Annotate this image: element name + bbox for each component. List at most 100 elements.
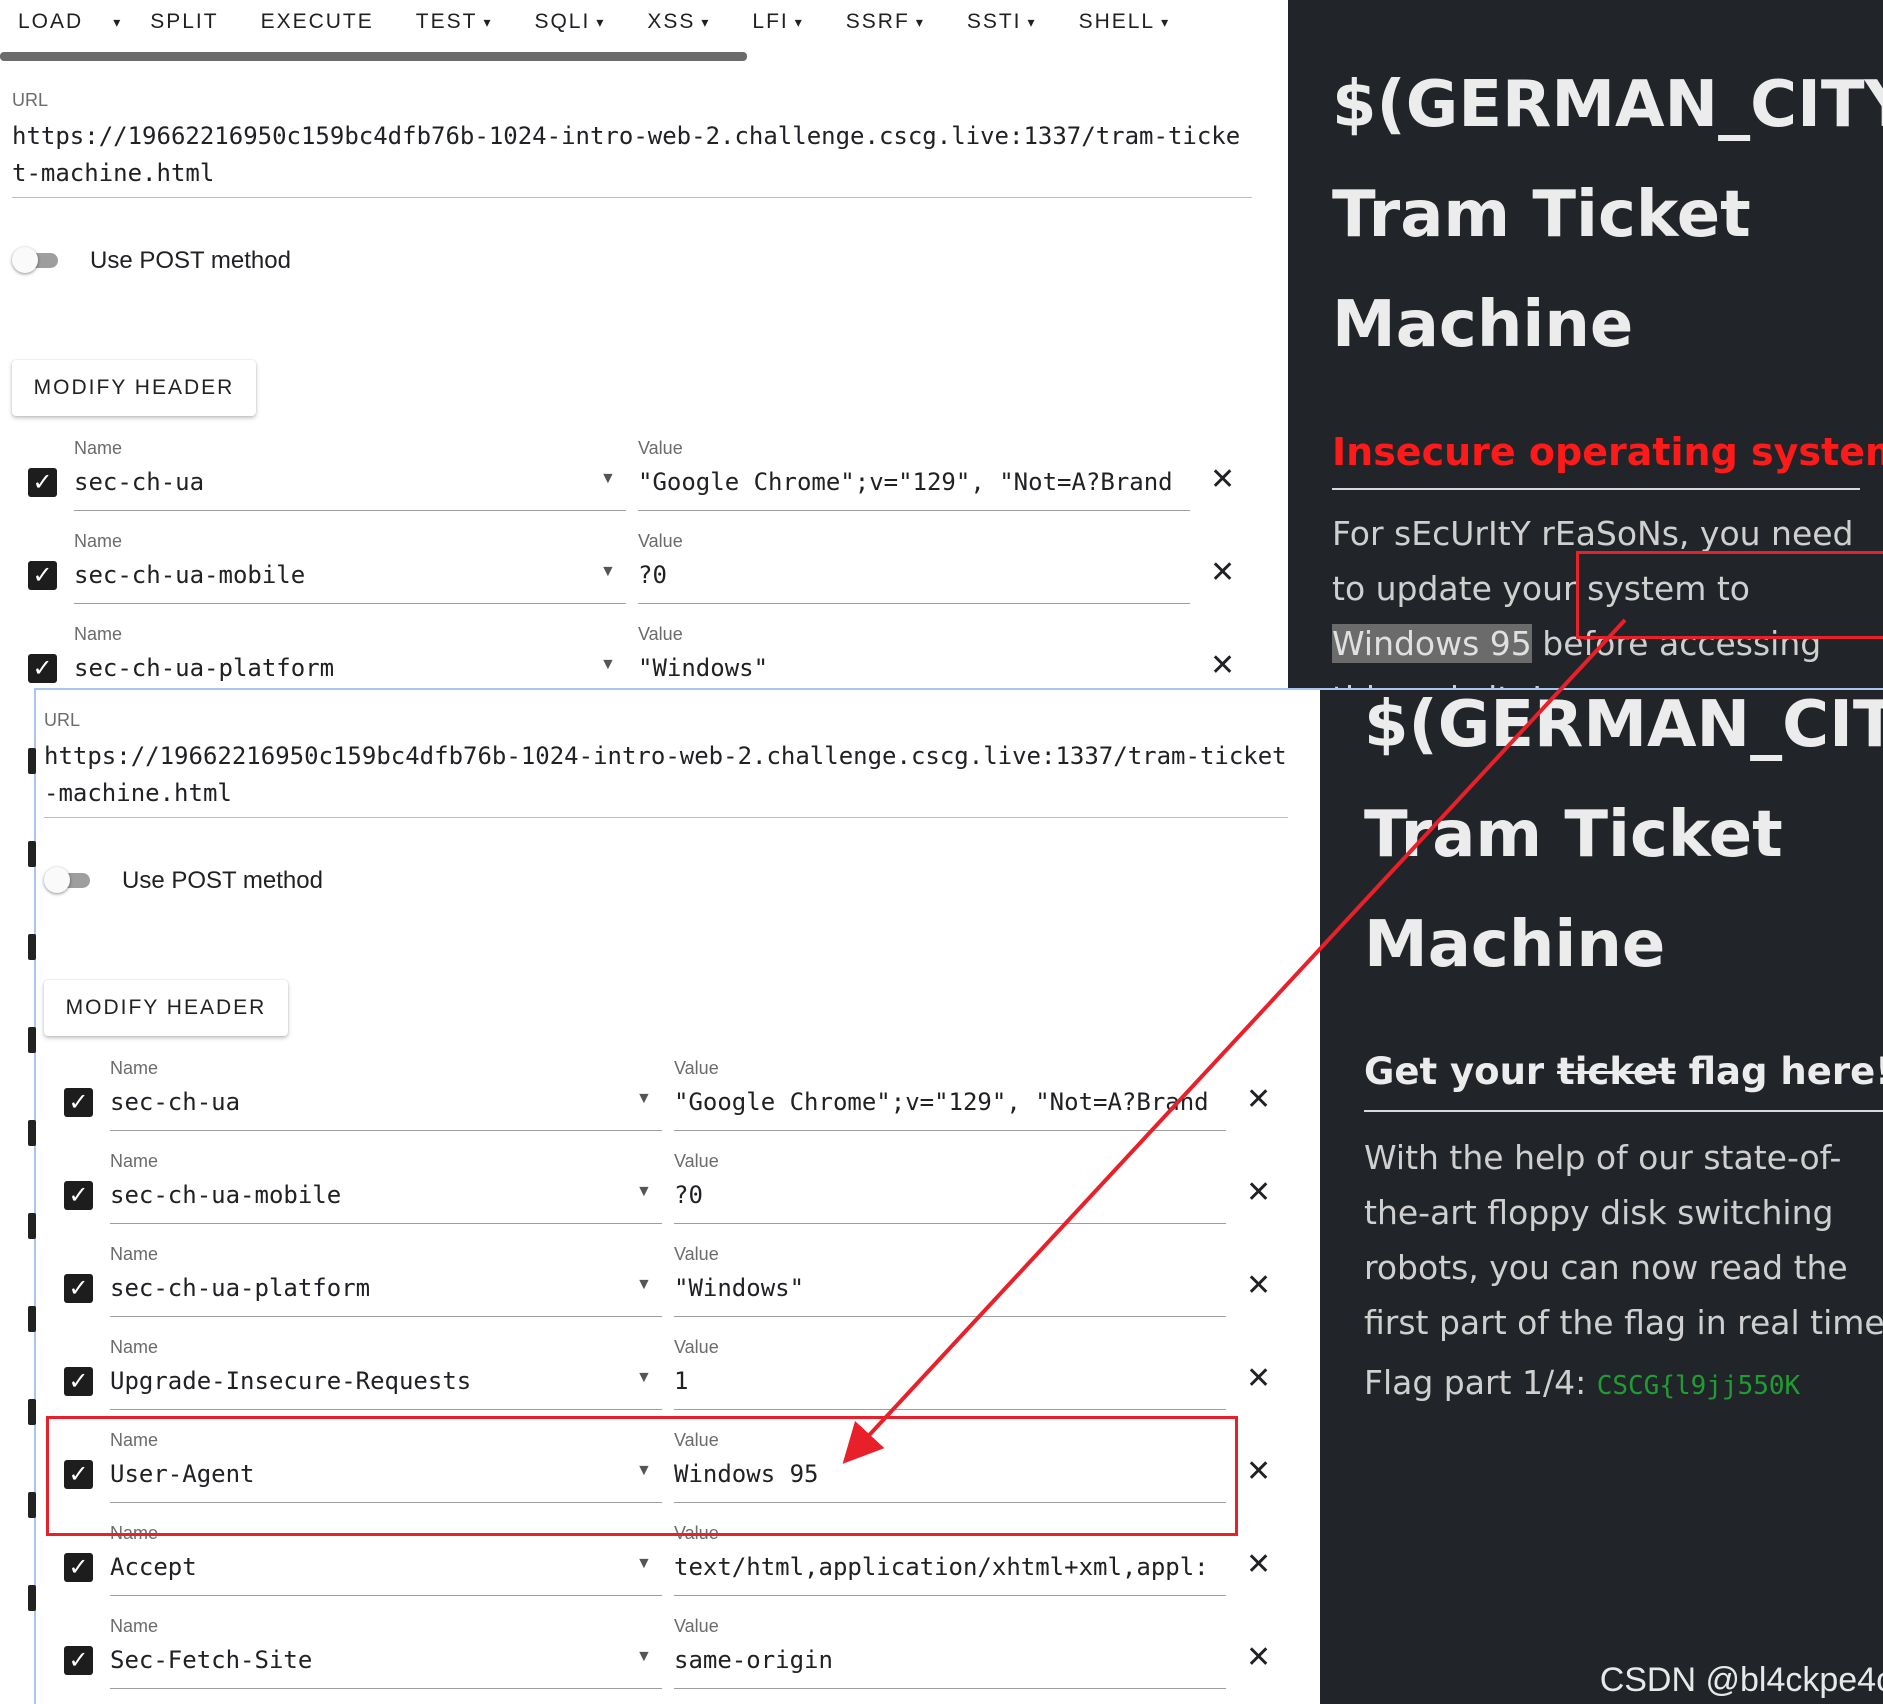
header-row: ✓ Name Accept ▼ Value text/html,application/x… xyxy=(36,1523,1320,1615)
name-label: Name xyxy=(110,1151,159,1171)
header-enabled-checkbox[interactable]: ✓ xyxy=(64,1088,93,1117)
post-toggle[interactable] xyxy=(12,247,58,273)
header-value-input[interactable]: 1 xyxy=(674,1367,1226,1395)
modify-header-button[interactable]: MODIFY HEADER xyxy=(44,980,288,1036)
close-icon[interactable]: ✕ xyxy=(1246,1547,1271,1582)
toolbar-item-split[interactable]: SPLIT xyxy=(132,10,242,34)
header-name-input[interactable]: Sec-Fetch-Site xyxy=(110,1646,660,1674)
close-icon[interactable]: ✕ xyxy=(1210,555,1235,590)
toolbar-item-ssrf[interactable]: SSRF ▾ xyxy=(828,10,949,34)
checkbox-edge xyxy=(28,1492,36,1518)
post-toggle[interactable] xyxy=(44,867,90,893)
close-icon[interactable]: ✕ xyxy=(1246,1082,1271,1117)
header-enabled-checkbox[interactable]: ✓ xyxy=(28,561,57,590)
flag-value: CSCG{l9jj550K xyxy=(1596,1371,1801,1401)
chevron-down-icon: ▾ xyxy=(1027,13,1037,30)
url-underline xyxy=(44,817,1288,818)
page-title-line-2: Tram Ticket xyxy=(1364,798,1783,872)
chevron-down-icon[interactable]: ▼ xyxy=(636,1555,652,1573)
page-title-line-1: $(GERMAN_CITY) xyxy=(1332,68,1883,142)
toolbar-item-ssti[interactable]: SSTI ▾ xyxy=(949,10,1061,34)
page-title-line-3: Machine xyxy=(1332,288,1634,362)
value-label: Value xyxy=(674,1616,719,1636)
value-label: Value xyxy=(674,1151,719,1171)
close-icon[interactable]: ✕ xyxy=(1246,1361,1271,1396)
hackbar-toolbar: LOAD ▾ SPLIT EXECUTE TEST ▾ SQLI ▾ XSS ▾ LFI ▾ SSRF ▾… xyxy=(0,0,1288,44)
name-label: Name xyxy=(74,531,123,551)
header-value-input[interactable]: ?0 xyxy=(638,561,1190,589)
flag-paragraph: With the help of our state-of-the-art fl… xyxy=(1364,1138,1883,1342)
header-name-input[interactable]: sec-ch-ua xyxy=(74,468,624,496)
header-enabled-checkbox[interactable]: ✓ xyxy=(64,1646,93,1675)
toolbar-item-lfi[interactable]: LFI ▾ xyxy=(734,10,827,34)
close-icon[interactable]: ✕ xyxy=(1246,1454,1271,1489)
toolbar-item-xss[interactable]: XSS ▾ xyxy=(629,10,734,34)
checkbox-edge xyxy=(28,1306,36,1332)
toolbar-item-load-dropdown[interactable]: ▾ xyxy=(107,14,132,31)
header-value-input[interactable]: same-origin xyxy=(674,1646,1226,1674)
page-title-line-2: Tram Ticket xyxy=(1332,178,1751,252)
toolbar-item-load[interactable]: LOAD xyxy=(0,10,107,34)
header-name-input[interactable]: sec-ch-ua xyxy=(110,1088,660,1116)
chevron-down-icon: ▾ xyxy=(596,13,606,30)
annotation-box-windows95 xyxy=(1576,551,1883,639)
header-value-input[interactable]: "Google Chrome";v="129", "Not=A?Brand xyxy=(674,1088,1226,1116)
url-field[interactable]: https://19662216950c159bc4dfb76b-1024-in… xyxy=(12,118,1252,192)
chevron-down-icon[interactable]: ▼ xyxy=(636,1648,652,1666)
header-value-input[interactable]: text/html,application/xhtml+xml,appl: xyxy=(674,1553,1226,1581)
header-name-input[interactable]: Accept xyxy=(110,1553,660,1581)
header-value-input[interactable]: ?0 xyxy=(674,1181,1226,1209)
value-label: Value xyxy=(674,1058,719,1078)
chevron-down-icon[interactable]: ▼ xyxy=(636,1183,652,1201)
header-enabled-checkbox[interactable]: ✓ xyxy=(64,1553,93,1582)
header-name-input[interactable]: Upgrade-Insecure-Requests xyxy=(110,1367,660,1395)
chevron-down-icon: ▾ xyxy=(483,13,493,30)
header-value-input[interactable]: "Google Chrome";v="129", "Not=A?Brand xyxy=(638,468,1190,496)
toolbar-item-execute[interactable]: EXECUTE xyxy=(243,10,398,34)
header-name-input[interactable]: sec-ch-ua-platform xyxy=(110,1274,660,1302)
header-enabled-checkbox[interactable]: ✓ xyxy=(64,1367,93,1396)
close-icon[interactable]: ✕ xyxy=(1210,648,1235,683)
close-icon[interactable]: ✕ xyxy=(1210,462,1235,497)
chevron-down-icon[interactable]: ▼ xyxy=(600,470,616,488)
chevron-down-icon[interactable]: ▼ xyxy=(636,1369,652,1387)
url-underline xyxy=(12,197,1252,198)
header-enabled-checkbox[interactable]: ✓ xyxy=(28,468,57,497)
name-label: Name xyxy=(110,1244,159,1264)
header-value-input[interactable]: "Windows" xyxy=(674,1274,1226,1302)
warning-heading: Insecure operating system! xyxy=(1332,430,1883,474)
page-title-line-1: $(GERMAN_CITY) xyxy=(1364,690,1883,762)
checkbox-edge xyxy=(28,748,36,774)
url-label: URL xyxy=(12,90,49,110)
close-icon[interactable]: ✕ xyxy=(1246,1268,1271,1303)
chevron-down-icon[interactable]: ▼ xyxy=(600,563,616,581)
chevron-down-icon[interactable]: ▼ xyxy=(636,1276,652,1294)
checkbox-edge xyxy=(28,1213,36,1239)
toolbar-item-shell[interactable]: SHELL ▾ xyxy=(1061,10,1195,34)
modify-header-button[interactable]: MODIFY HEADER xyxy=(12,360,256,416)
checkbox-edge xyxy=(28,1399,36,1425)
header-enabled-checkbox[interactable]: ✓ xyxy=(64,1181,93,1210)
value-label: Value xyxy=(674,1337,719,1357)
header-row: ✓ Name sec-ch-ua-mobile ▼ Value ?0 ✕ xyxy=(36,1151,1320,1243)
header-row: ✓ Name Sec-Fetch-Site ▼ Value same-origin ✕ xyxy=(36,1616,1320,1704)
header-enabled-checkbox[interactable]: ✓ xyxy=(64,1274,93,1303)
header-enabled-checkbox[interactable]: ✓ xyxy=(28,654,57,683)
url-field[interactable]: https://19662216950c159bc4dfb76b-1024-in… xyxy=(44,738,1288,812)
chevron-down-icon[interactable]: ▼ xyxy=(636,1090,652,1108)
header-name-input[interactable]: sec-ch-ua-platform xyxy=(74,654,624,682)
highlighted-os: Windows 95 xyxy=(1332,624,1532,663)
toolbar-item-test[interactable]: TEST ▾ xyxy=(398,10,517,34)
heading-rule xyxy=(1364,1110,1883,1112)
value-label: Value xyxy=(638,531,683,551)
name-label: Name xyxy=(110,1058,159,1078)
page-title-line-3: Machine xyxy=(1364,908,1666,982)
chevron-down-icon: ▾ xyxy=(915,13,925,30)
close-icon[interactable]: ✕ xyxy=(1246,1640,1271,1675)
header-value-input[interactable]: "Windows" xyxy=(638,654,1190,682)
header-name-input[interactable]: sec-ch-ua-mobile xyxy=(74,561,624,589)
close-icon[interactable]: ✕ xyxy=(1246,1175,1271,1210)
chevron-down-icon[interactable]: ▼ xyxy=(600,656,616,674)
header-name-input[interactable]: sec-ch-ua-mobile xyxy=(110,1181,660,1209)
toolbar-item-sqli[interactable]: SQLI ▾ xyxy=(516,10,629,34)
